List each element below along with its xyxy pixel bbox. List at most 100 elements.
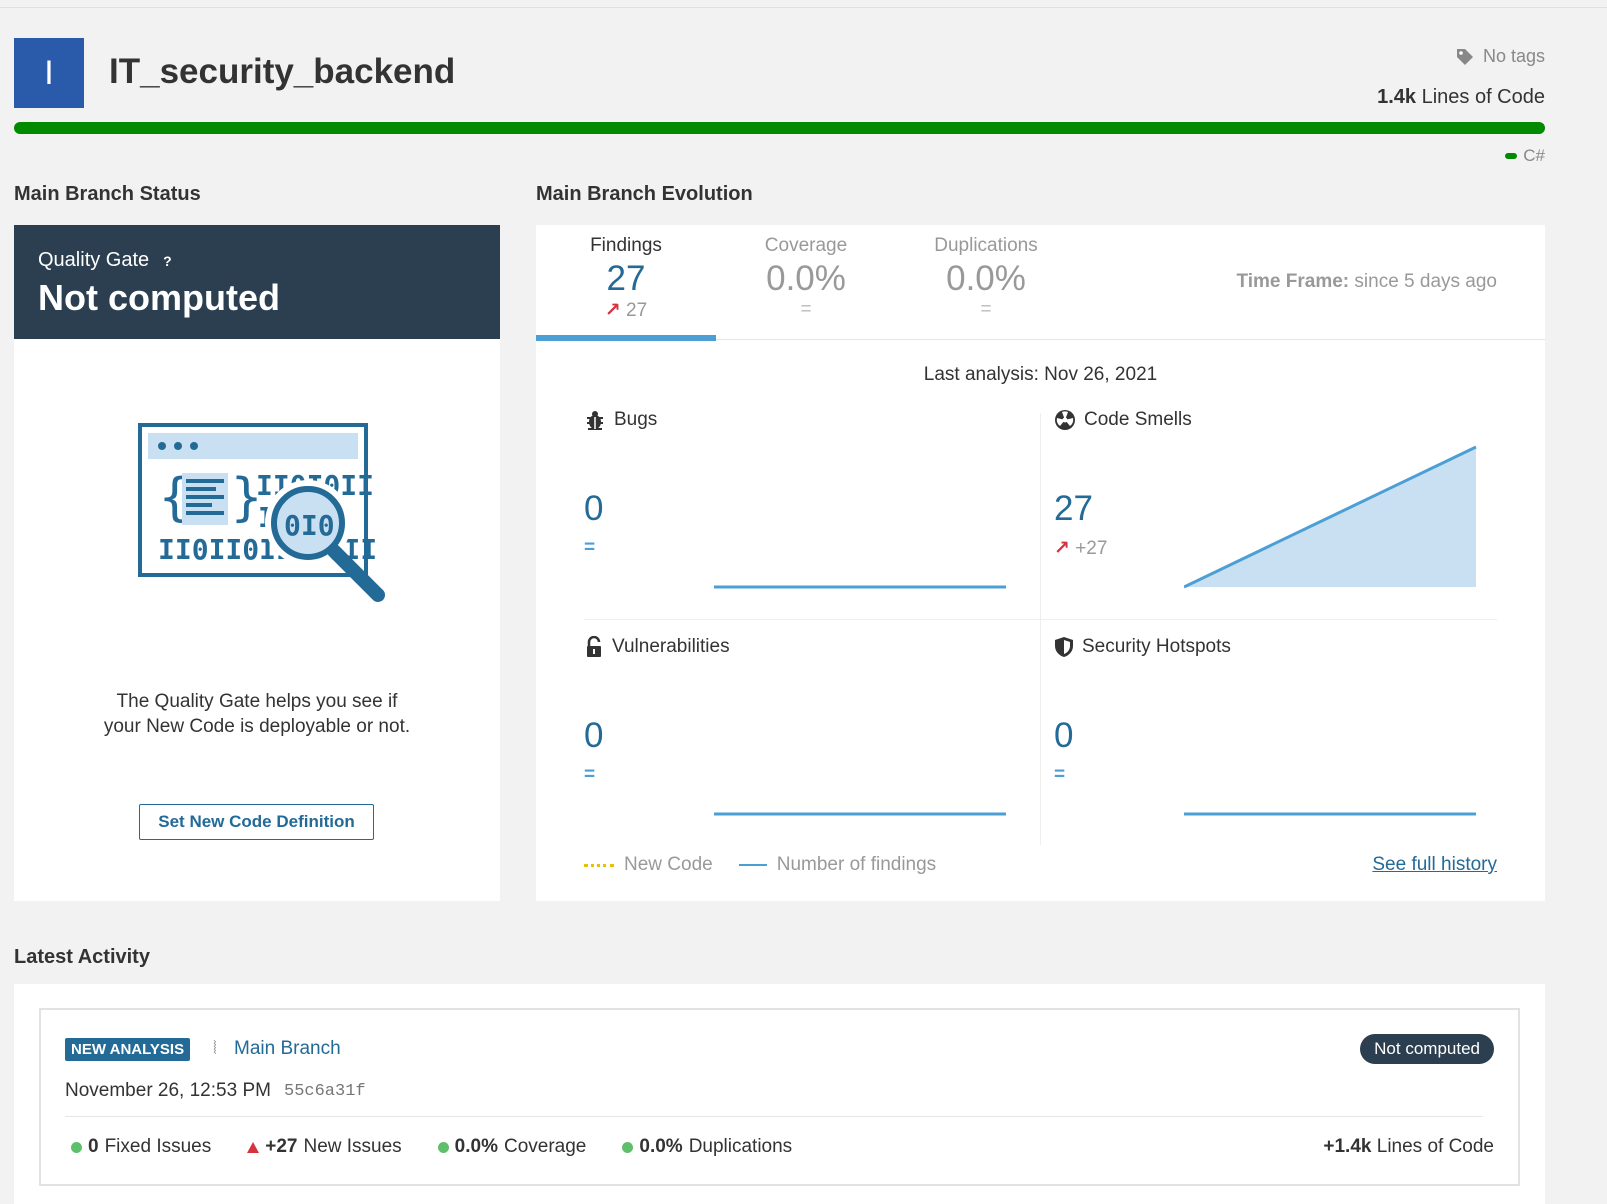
time-frame-label: Time Frame: xyxy=(1236,271,1350,292)
bugs-delta: = xyxy=(584,537,596,558)
new-analysis-badge: NEW ANALYSIS xyxy=(65,1038,191,1061)
new-issues-label: New Issues xyxy=(303,1136,402,1157)
metric-vulnerabilities[interactable]: Vulnerabilities 0 = xyxy=(584,636,1044,846)
bugs-sparkline xyxy=(714,585,1006,589)
evolution-panel: Findings 27 ↗ 27 Coverage 0.0% = Duplica… xyxy=(536,225,1545,901)
status-error-triangle-icon xyxy=(247,1141,260,1153)
tab-findings-value: 27 xyxy=(606,259,646,298)
tab-duplications-label: Duplications xyxy=(934,235,1038,256)
duplications-value: 0.0% xyxy=(639,1136,683,1157)
evolution-tabs: Findings 27 ↗ 27 Coverage 0.0% = Duplica… xyxy=(536,225,1545,341)
new-issues-stat[interactable]: +27 New Issues xyxy=(247,1136,402,1158)
vulnerabilities-label: Vulnerabilities xyxy=(612,636,730,657)
fixed-issues-label: Fixed Issues xyxy=(104,1136,212,1157)
code-smells-title: Code Smells xyxy=(1054,409,1192,431)
tab-findings-delta: ↗ 27 xyxy=(536,299,716,322)
vulnerabilities-delta: = xyxy=(584,764,596,785)
project-avatar: I xyxy=(14,38,84,108)
activity-card: NEW ANALYSIS ⦚ Main Branch Not computed … xyxy=(39,1008,1520,1186)
security-hotspots-sparkline xyxy=(1184,812,1476,816)
loc-label: Lines of Code xyxy=(1421,86,1545,108)
status-ok-dot-icon xyxy=(437,1141,449,1153)
tab-coverage-value: 0.0% xyxy=(766,259,846,298)
commit-hash: 55c6a31f xyxy=(284,1082,366,1101)
tab-coverage[interactable]: Coverage 0.0% = xyxy=(716,225,896,340)
activity-stats: 0 Fixed Issues +27 New Issues 0.0% Coverage… xyxy=(71,1136,792,1158)
coverage-label: Coverage xyxy=(503,1136,587,1157)
language-distribution-bar xyxy=(14,122,1545,134)
main-branch-status-title: Main Branch Status xyxy=(14,183,201,205)
lines-of-code: 1.4k Lines of Code xyxy=(1377,86,1545,109)
svg-text:0I0: 0I0 xyxy=(284,509,335,542)
main-branch-link[interactable]: Main Branch xyxy=(234,1038,341,1060)
trend-up-icon: ↗ xyxy=(604,300,621,321)
fixed-issues-value: 0 xyxy=(88,1136,99,1157)
chart-legend: New Code Number of findings xyxy=(584,854,936,876)
legend-new-code: New Code xyxy=(624,854,713,875)
last-analysis-date: Last analysis: Nov 26, 2021 xyxy=(923,364,1158,385)
top-divider xyxy=(0,7,1607,8)
quality-gate-label-text: Quality Gate xyxy=(38,249,150,271)
quality-gate-status-pill: Not computed xyxy=(1360,1034,1494,1064)
vulnerabilities-title: Vulnerabilities xyxy=(584,636,730,658)
metrics-divider-horizontal xyxy=(584,619,1497,620)
tab-findings-delta-value: 27 xyxy=(626,300,648,321)
code-smells-delta-value: +27 xyxy=(1075,538,1108,559)
duplications-stat[interactable]: 0.0% Duplications xyxy=(622,1136,792,1158)
set-new-code-definition-button[interactable]: Set New Code Definition xyxy=(139,804,374,840)
tab-duplications-delta: = xyxy=(980,299,992,320)
trend-up-icon: ↗ xyxy=(1054,538,1070,559)
language-name: C# xyxy=(1523,146,1545,165)
code-smells-label: Code Smells xyxy=(1084,409,1192,430)
tag-icon xyxy=(1456,48,1473,65)
coverage-stat[interactable]: 0.0% Coverage xyxy=(437,1136,587,1158)
quality-gate-header: Quality Gate ? Not computed xyxy=(14,225,500,339)
tab-duplications[interactable]: Duplications 0.0% = xyxy=(896,225,1076,340)
tags-button[interactable]: No tags xyxy=(1455,46,1545,67)
metric-code-smells[interactable]: Code Smells 27 ↗ +27 xyxy=(1054,409,1514,619)
metric-security-hotspots[interactable]: Security Hotspots 0 = xyxy=(1054,636,1514,846)
branch-icon: ⦚ xyxy=(213,1038,217,1058)
main-branch-evolution-title: Main Branch Evolution xyxy=(536,183,753,205)
code-inspection-illustration-icon: { } II0I0II I0I00 II0II0II0I0II 0I0 xyxy=(138,423,385,602)
bugs-title: Bugs xyxy=(584,409,657,431)
fixed-issues-stat[interactable]: 0 Fixed Issues xyxy=(71,1136,211,1158)
quality-gate-panel: Quality Gate ? Not computed { } II0I0II … xyxy=(14,225,500,901)
status-ok-dot-icon xyxy=(622,1141,634,1153)
language-legend: C# xyxy=(1505,146,1545,166)
quality-gate-label: Quality Gate ? xyxy=(38,249,172,272)
code-smells-delta: ↗ +27 xyxy=(1054,537,1107,560)
help-text-line-2: your New Code is deployable or not. xyxy=(103,716,411,737)
loc-value: 1.4k xyxy=(1377,86,1417,108)
security-hotspots-delta: = xyxy=(1054,764,1066,785)
time-frame: Time Frame: since 5 days ago xyxy=(1236,271,1497,293)
tags-label: No tags xyxy=(1482,46,1545,66)
new-issues-value: +27 xyxy=(265,1136,298,1157)
activity-loc-label: Lines of Code xyxy=(1376,1136,1494,1157)
quality-gate-status: Not computed xyxy=(38,277,280,318)
code-smells-value: 27 xyxy=(1054,489,1093,528)
language-color-dot xyxy=(1505,153,1518,159)
analysis-date: November 26, 12:53 PM xyxy=(65,1080,271,1101)
security-hotspots-title: Security Hotspots xyxy=(1054,636,1231,658)
help-icon[interactable]: ? xyxy=(163,253,172,269)
lock-icon xyxy=(587,636,601,657)
tab-coverage-label: Coverage xyxy=(764,235,848,256)
legend-findings: Number of findings xyxy=(776,854,937,875)
security-hotspots-label: Security Hotspots xyxy=(1082,636,1231,657)
duplications-label: Duplications xyxy=(688,1136,793,1157)
code-smells-sparkline xyxy=(1184,445,1477,589)
bugs-value: 0 xyxy=(584,489,604,528)
coverage-value: 0.0% xyxy=(454,1136,498,1157)
tab-findings[interactable]: Findings 27 ↗ 27 xyxy=(536,225,716,341)
project-title: IT_security_backend xyxy=(109,52,456,91)
shield-icon xyxy=(1055,637,1073,657)
metric-bugs[interactable]: Bugs 0 = xyxy=(584,409,1044,619)
time-frame-value: since 5 days ago xyxy=(1354,271,1497,292)
activity-loc-value: +1.4k xyxy=(1323,1136,1372,1157)
latest-activity-panel: NEW ANALYSIS ⦚ Main Branch Not computed … xyxy=(14,984,1545,1204)
code-smell-icon xyxy=(1055,410,1075,430)
activity-lines-of-code: +1.4k Lines of Code xyxy=(1323,1136,1494,1158)
see-full-history-link[interactable]: See full history xyxy=(1372,854,1497,876)
quality-gate-help-text: The Quality Gate helps you see if your N… xyxy=(14,689,500,739)
